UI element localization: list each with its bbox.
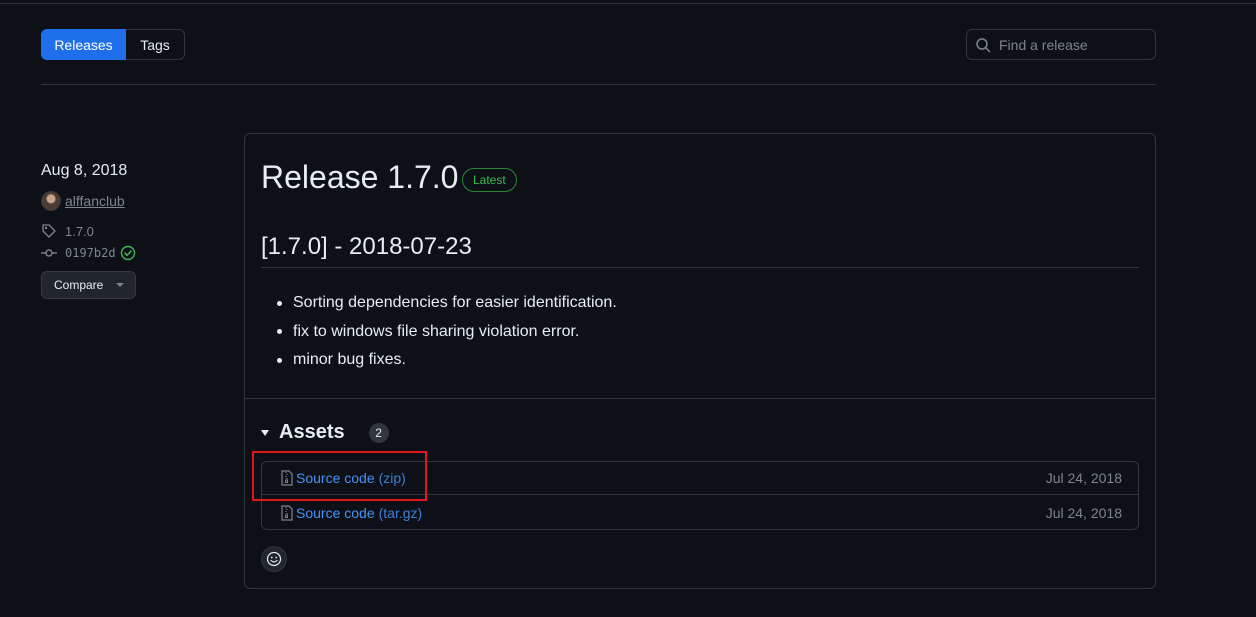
release-search <box>966 29 1156 60</box>
assets-list: Source code (zip) Jul 24, 2018 Source co… <box>261 461 1139 530</box>
assets-count: 2 <box>368 422 389 443</box>
compare-label: Compare <box>54 278 104 292</box>
verified-check-icon[interactable] <box>120 245 136 261</box>
add-reaction-button[interactable] <box>261 546 287 572</box>
triangle-down-icon <box>261 429 269 436</box>
commit-sha[interactable]: 0197b2d <box>65 246 116 260</box>
note-item: minor bug fixes. <box>277 346 617 375</box>
release-author: alffanclub <box>41 191 125 211</box>
avatar[interactable] <box>41 191 61 211</box>
tab-releases[interactable]: Releases <box>41 29 126 60</box>
asset-link-zip[interactable]: Source code <box>296 470 375 486</box>
release-date: Aug 8, 2018 <box>41 162 128 179</box>
release-tag[interactable]: 1.7.0 <box>41 223 94 239</box>
asset-link-targz[interactable]: Source code <box>296 505 375 521</box>
header-divider <box>41 84 1156 85</box>
release-tabs: Releases Tags <box>41 29 185 60</box>
asset-row: Source code (tar.gz) Jul 24, 2018 <box>262 496 1138 529</box>
version-heading: [1.7.0] - 2018-07-23 <box>261 233 472 260</box>
tag-label: 1.7.0 <box>65 223 94 239</box>
assets-title: Assets <box>279 421 345 443</box>
asset-ext[interactable]: (zip) <box>379 470 406 486</box>
tab-tags[interactable]: Tags <box>126 29 185 60</box>
asset-date: Jul 24, 2018 <box>1045 470 1122 486</box>
release-notes: Sorting dependencies for easier identifi… <box>277 289 617 375</box>
release-commit: 0197b2d <box>41 245 136 261</box>
chevron-down-icon <box>116 283 125 287</box>
note-item: Sorting dependencies for easier identifi… <box>277 289 617 318</box>
search-input[interactable] <box>999 36 1149 53</box>
file-zip-icon <box>281 504 293 521</box>
asset-date: Jul 24, 2018 <box>1045 504 1122 521</box>
asset-ext[interactable]: (tar.gz) <box>379 505 423 521</box>
smiley-icon <box>266 551 282 567</box>
latest-badge: Latest <box>462 168 517 192</box>
top-border <box>0 3 1256 4</box>
assets-toggle[interactable]: Assets 2 <box>261 421 389 444</box>
compare-button[interactable]: Compare <box>41 271 136 299</box>
asset-row: Source code (zip) Jul 24, 2018 <box>262 462 1138 495</box>
search-icon <box>976 37 991 52</box>
file-zip-icon <box>281 470 293 486</box>
release-card: Release 1.7.0 Latest [1.7.0] - 2018-07-2… <box>244 133 1156 589</box>
assets-divider <box>245 398 1155 399</box>
author-link[interactable]: alffanclub <box>65 193 125 209</box>
note-item: fix to windows file sharing violation er… <box>277 318 617 347</box>
heading-divider <box>261 267 1139 268</box>
tag-icon <box>42 224 56 238</box>
release-title[interactable]: Release 1.7.0 <box>261 159 458 196</box>
commit-icon <box>41 249 57 257</box>
